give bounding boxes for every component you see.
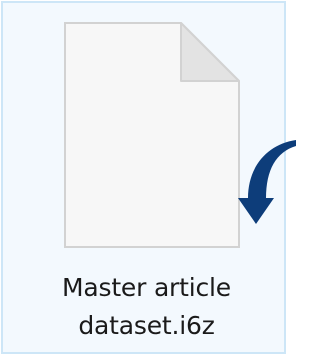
file-name-label[interactable]: Master article dataset.i6z — [11, 269, 282, 345]
blank-document-icon — [64, 22, 240, 248]
curved-arrow-icon — [238, 140, 296, 224]
file-name-line-1: Master article — [62, 273, 231, 302]
file-name-line-2: dataset.i6z — [78, 311, 215, 340]
